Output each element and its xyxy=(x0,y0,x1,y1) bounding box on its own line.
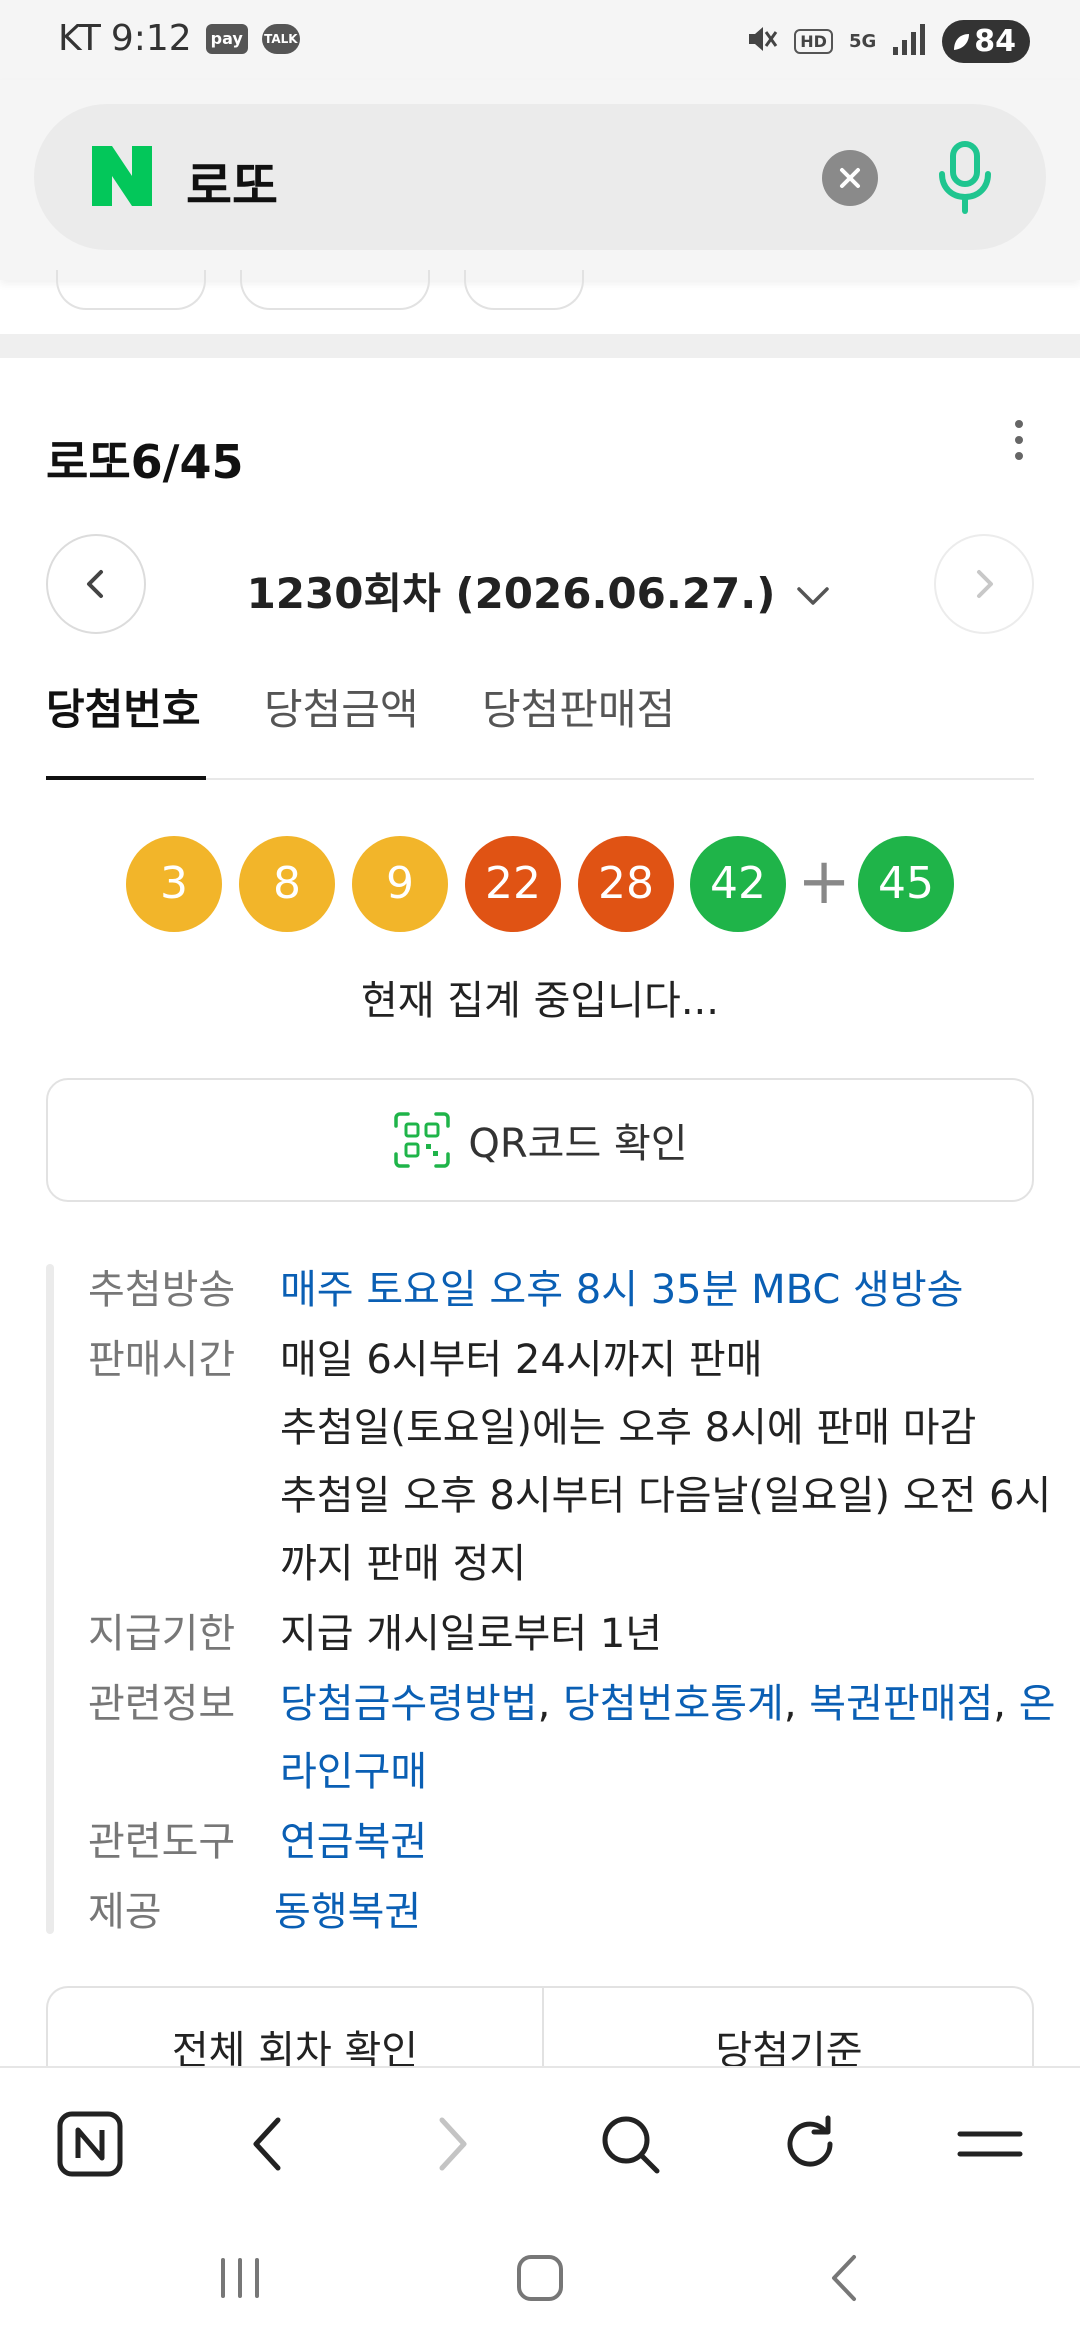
system-navigation-bar xyxy=(0,2216,1080,2340)
search-input[interactable]: 로또 xyxy=(186,146,278,218)
lotto-ball: 3 xyxy=(126,836,222,932)
next-round-button[interactable] xyxy=(934,534,1034,634)
active-tab-indicator xyxy=(46,776,206,780)
info-value: 매일 6시부터 24시까지 판매 추첨일(토요일)에는 오후 8시에 판매 마감… xyxy=(280,1326,1080,1598)
lotto-ball: 42 xyxy=(690,836,786,932)
tab-prize-amount[interactable]: 당첨금액 xyxy=(264,676,419,737)
search-header: 로또 xyxy=(0,80,1080,310)
link-number-stats[interactable]: 당첨번호통계 xyxy=(563,1681,784,1727)
related-links: 당첨금수령방법, 당첨번호통계, 복권판매점, 온라인구매 xyxy=(280,1681,1056,1795)
system-back-button[interactable] xyxy=(804,2246,884,2310)
refresh-icon xyxy=(787,2115,833,2167)
link-pension-lottery[interactable]: 연금복권 xyxy=(280,1808,1080,1876)
back-button[interactable] xyxy=(228,2104,308,2184)
status-right: HD 5G 84 xyxy=(744,20,1030,63)
section-divider xyxy=(0,334,1080,358)
info-left-bar xyxy=(46,1264,54,1934)
qr-scan-icon xyxy=(394,1112,451,1168)
chevron-down-icon xyxy=(793,572,833,621)
chevron-right-icon xyxy=(977,570,993,598)
lotto-ball: 28 xyxy=(578,836,674,932)
home-icon xyxy=(517,2255,563,2301)
tab-winning-numbers[interactable]: 당첨번호 xyxy=(46,676,201,737)
back-arrow-icon xyxy=(832,2255,856,2301)
refresh-button[interactable] xyxy=(770,2104,850,2184)
naver-home-button[interactable] xyxy=(50,2104,130,2184)
lotto-ball: 22 xyxy=(465,836,561,932)
recent-apps-icon xyxy=(221,2258,259,2298)
bonus-ball: 45 xyxy=(858,836,954,932)
hd-voice-icon: HD xyxy=(794,29,833,54)
filter-chip[interactable] xyxy=(464,270,584,310)
battery-level: 84 xyxy=(974,24,1016,59)
tally-status-message: 현재 집계 중입니다... xyxy=(361,978,719,1024)
naver-home-icon xyxy=(57,2111,123,2177)
clear-search-button[interactable] xyxy=(822,150,878,206)
link-lottery-stores[interactable]: 복권판매점 xyxy=(809,1681,993,1727)
info-label: 관련도구 xyxy=(88,1819,236,1865)
qr-check-button[interactable]: QR코드 확인 xyxy=(46,1078,1034,1202)
close-icon xyxy=(840,168,860,188)
sales-line: 추첨일 오후 8시부터 다음날(일요일) 오전 6시까지 판매 정지 xyxy=(280,1473,1052,1587)
result-tabs: 당첨번호 당첨금액 당첨판매점 xyxy=(46,670,1034,780)
chevron-left-icon xyxy=(253,2117,281,2171)
leaf-icon xyxy=(954,33,970,50)
info-label: 제공 xyxy=(88,1889,162,1935)
info-value: 지급 개시일로부터 1년 xyxy=(280,1611,663,1657)
network-5g-icon: 5G xyxy=(848,31,877,52)
menu-button[interactable] xyxy=(950,2104,1030,2184)
filter-chip[interactable] xyxy=(240,270,430,310)
link-provider[interactable]: 동행복권 xyxy=(274,1878,1080,1946)
chevron-right-icon xyxy=(439,2117,467,2171)
naver-logo-icon[interactable] xyxy=(90,144,154,208)
sales-line: 추첨일(토요일)에는 오후 8시에 판매 마감 xyxy=(280,1405,977,1451)
mute-icon xyxy=(744,22,778,62)
page-title: 로또6/45 xyxy=(46,435,244,489)
recent-apps-button[interactable] xyxy=(200,2246,280,2310)
lotto-ball: 8 xyxy=(239,836,335,932)
status-bar: KT 9:12 pay TALK HD 5G 84 xyxy=(0,0,1080,80)
winning-numbers: 3 8 9 22 28 42 + 45 xyxy=(0,836,1080,932)
carrier-label: KT xyxy=(58,18,101,59)
status-left: KT 9:12 pay TALK xyxy=(58,18,300,59)
search-button[interactable] xyxy=(590,2104,670,2184)
search-box[interactable]: 로또 xyxy=(34,104,1046,250)
battery-indicator: 84 xyxy=(942,20,1030,63)
hamburger-menu-icon xyxy=(957,2131,1023,2157)
lotto-ball: 9 xyxy=(352,836,448,932)
forward-button[interactable] xyxy=(412,2104,492,2184)
info-label: 판매시간 xyxy=(88,1337,236,1383)
qr-check-label: QR코드 확인 xyxy=(468,1121,688,1167)
pay-icon: pay xyxy=(205,23,248,54)
info-label: 관련정보 xyxy=(88,1681,236,1727)
signal-icon xyxy=(892,23,926,61)
voice-search-mic-icon[interactable] xyxy=(922,134,1008,220)
info-label: 추첨방송 xyxy=(88,1267,236,1313)
info-label: 지급기한 xyxy=(88,1611,236,1657)
search-icon xyxy=(602,2116,660,2174)
talk-icon: TALK xyxy=(261,23,300,54)
plus-sign: + xyxy=(797,845,851,919)
home-button[interactable] xyxy=(500,2246,580,2310)
browser-toolbar xyxy=(0,2066,1080,2216)
filter-chip[interactable] xyxy=(56,270,206,310)
more-options-icon[interactable] xyxy=(1004,416,1034,464)
tab-winning-stores[interactable]: 당첨판매점 xyxy=(482,676,675,737)
round-label: 1230회차 (2026.06.27.) xyxy=(246,569,776,618)
clock: 9:12 xyxy=(110,18,192,59)
link-prize-claim[interactable]: 당첨금수령방법 xyxy=(280,1681,538,1727)
sales-line: 매일 6시부터 24시까지 판매 xyxy=(280,1337,763,1383)
round-selector[interactable]: 1230회차 (2026.06.27.) xyxy=(0,560,1080,621)
broadcast-link[interactable]: 매주 토요일 오후 8시 35분 MBC 생방송 xyxy=(280,1256,1080,1324)
